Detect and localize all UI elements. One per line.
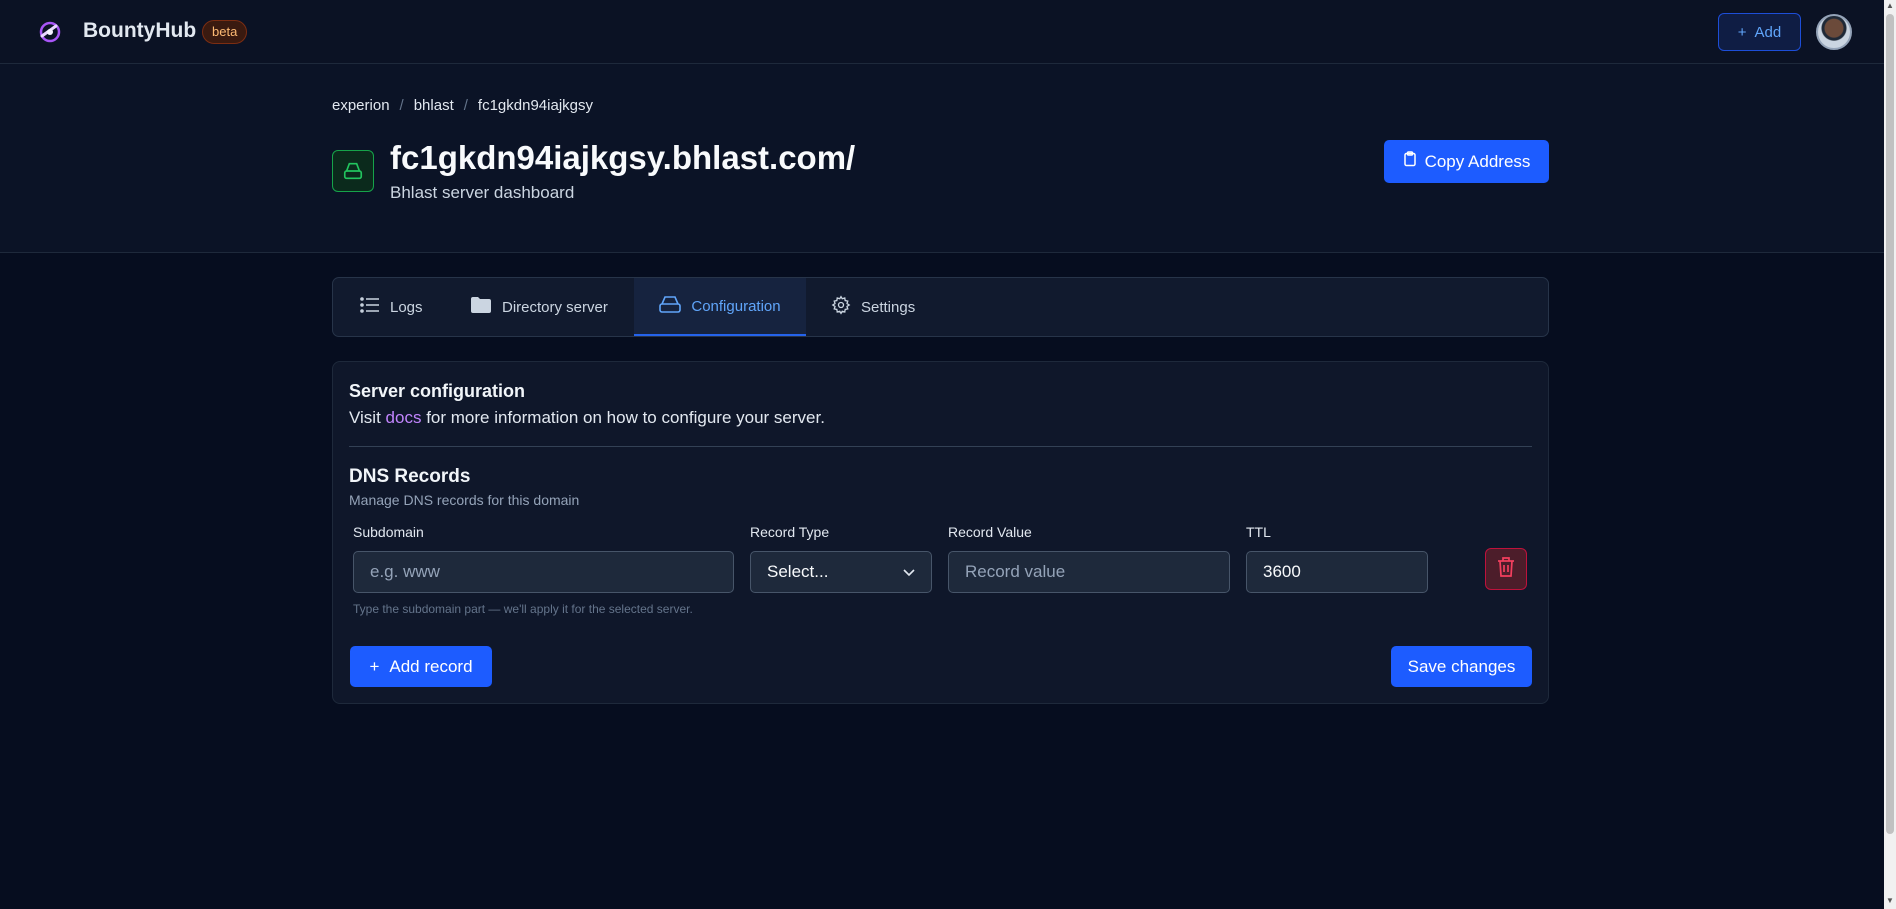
breadcrumb-item-server[interactable]: fc1gkdn94iajkgsy: [478, 97, 593, 114]
clipboard-icon: [1403, 151, 1417, 172]
dns-records-description: Manage DNS records for this domain: [349, 492, 580, 508]
scroll-down-icon[interactable]: ▼: [1886, 897, 1894, 905]
scroll-thumb[interactable]: [1886, 14, 1894, 834]
section-description: Visit docs for more information on how t…: [349, 408, 825, 428]
add-button-label: Add: [1754, 23, 1782, 41]
plus-icon: +: [1737, 23, 1747, 41]
beta-badge: beta: [202, 20, 248, 44]
ttl-label: TTL: [1246, 524, 1271, 540]
desc-text: Visit: [349, 408, 386, 427]
subdomain-label: Subdomain: [353, 524, 424, 540]
tab-settings[interactable]: Settings: [831, 278, 915, 336]
record-value-input[interactable]: Record value: [948, 551, 1230, 593]
server-icon: [659, 295, 682, 317]
save-changes-button[interactable]: Save changes: [1391, 646, 1532, 687]
add-record-button[interactable]: + Add record: [350, 646, 492, 687]
section-title: Server configuration: [349, 381, 526, 401]
breadcrumb-separator: /: [399, 97, 404, 114]
record-type-value: Select...: [767, 562, 829, 581]
page-title: fc1gkdn94iajkgsy.bhlast.com/: [390, 139, 856, 176]
dns-records-title: DNS Records: [349, 466, 471, 487]
server-icon: [332, 150, 374, 192]
ttl-input[interactable]: 3600: [1246, 551, 1428, 593]
add-button[interactable]: + Add: [1718, 13, 1801, 51]
breadcrumb-item-org[interactable]: experion: [332, 97, 390, 114]
subdomain-input[interactable]: e.g. www: [353, 551, 734, 593]
tab-configuration[interactable]: Configuration: [634, 278, 806, 336]
tab-directory-server[interactable]: Directory server: [470, 278, 608, 336]
top-navbar: BountyHub beta + Add: [0, 0, 1884, 64]
copy-address-label: Copy Address: [1424, 151, 1531, 171]
record-value-label: Record Value: [948, 524, 1032, 540]
trash-icon: [1497, 556, 1515, 583]
tab-label: Settings: [861, 298, 916, 316]
tab-label: Directory server: [502, 298, 608, 316]
gear-icon: [831, 295, 851, 319]
bountyhub-logo-icon[interactable]: [36, 18, 64, 46]
brand-name[interactable]: BountyHub: [83, 19, 196, 43]
scrollbar[interactable]: ▲ ▼: [1884, 0, 1896, 909]
breadcrumb: experion / bhlast / fc1gkdn94iajkgsy: [332, 97, 593, 114]
record-type-select[interactable]: Select...: [750, 551, 932, 593]
folder-icon: [470, 296, 492, 318]
page-header: [0, 64, 1884, 253]
docs-link[interactable]: docs: [386, 408, 422, 427]
desc-text: for more information on how to configure…: [421, 408, 825, 427]
tab-label: Configuration: [691, 297, 781, 315]
delete-record-button[interactable]: [1485, 548, 1527, 590]
tab-bar: Logs Directory server Configuration Sett…: [332, 277, 1549, 337]
tab-label: Logs: [390, 298, 423, 316]
breadcrumb-item-project[interactable]: bhlast: [414, 97, 454, 114]
subdomain-hint: Type the subdomain part — we'll apply it…: [353, 602, 693, 616]
record-type-label: Record Type: [750, 524, 830, 540]
user-avatar[interactable]: [1816, 14, 1852, 50]
plus-icon: +: [369, 656, 380, 676]
scroll-up-icon[interactable]: ▲: [1886, 2, 1894, 10]
tab-logs[interactable]: Logs: [360, 278, 423, 336]
divider: [349, 446, 1532, 447]
list-icon: [360, 297, 380, 317]
copy-address-button[interactable]: Copy Address: [1384, 140, 1549, 183]
add-record-label: Add record: [389, 656, 473, 676]
page-subtitle: Bhlast server dashboard: [390, 183, 575, 202]
breadcrumb-separator: /: [463, 97, 468, 114]
chevron-down-icon: [903, 562, 915, 582]
